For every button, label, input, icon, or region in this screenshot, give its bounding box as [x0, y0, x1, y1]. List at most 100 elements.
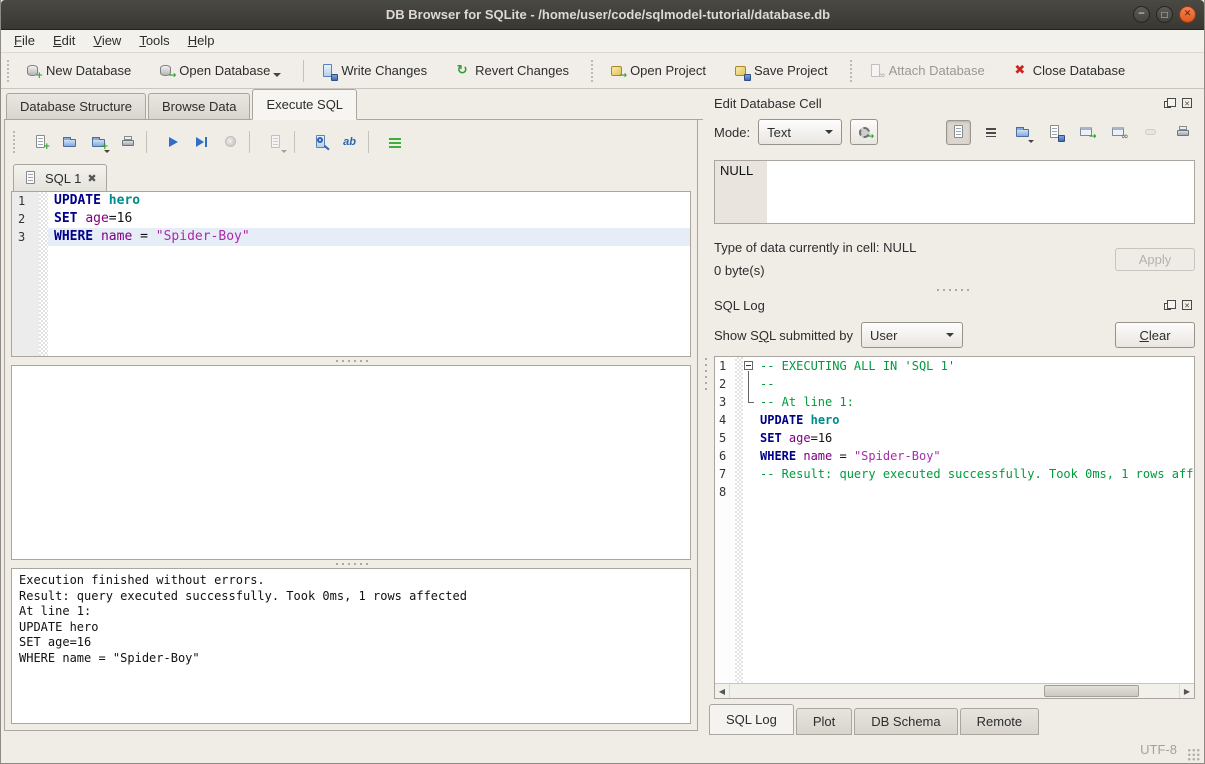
export-data-button[interactable]	[1042, 120, 1067, 145]
splitter-handle[interactable]	[11, 357, 691, 365]
text-mode-button[interactable]	[946, 120, 971, 145]
sql-editor-line: SET age=16	[48, 210, 690, 228]
cell-value-area[interactable]	[767, 161, 1194, 223]
revert-changes-button[interactable]: ↻Revert Changes	[447, 59, 576, 83]
bottom-tab-db-schema[interactable]: DB Schema	[854, 708, 957, 735]
tab-database-structure[interactable]: Database Structure	[6, 93, 146, 119]
print-button[interactable]	[115, 130, 140, 155]
vertical-splitter[interactable]	[703, 89, 709, 735]
bottom-tab-sql-log[interactable]: SQL Log	[709, 704, 794, 735]
auto-apply-button[interactable]: →	[850, 119, 878, 145]
open-sql-file-button[interactable]	[57, 130, 82, 155]
bottom-tab-remote[interactable]: Remote	[960, 708, 1040, 735]
fold-box-icon[interactable]	[743, 357, 756, 375]
new-tab-button[interactable]: +	[28, 130, 53, 155]
sql-log-view[interactable]: 12345678-- EXECUTING ALL IN 'SQL 1'---- …	[714, 356, 1195, 699]
sql-log-dock-header: SQL Log ✕	[709, 294, 1195, 316]
tab-browse-data[interactable]: Browse Data	[148, 93, 250, 119]
toolbar-sep	[294, 131, 295, 153]
fold-cell	[743, 411, 756, 429]
execution-status-line: UPDATE hero	[19, 620, 683, 636]
line-number: 6	[715, 447, 735, 465]
maximize-button[interactable]: □	[1156, 6, 1173, 23]
toolbar-label: Close Database	[1033, 63, 1126, 78]
cell-mode-row: Mode: Text → →∞	[709, 114, 1195, 150]
toolbar-handle	[850, 60, 855, 82]
db-browser-window: DB Browser for SQLite - /home/user/code/…	[0, 0, 1205, 764]
results-grid[interactable]	[11, 365, 691, 560]
scrollbar-thumb[interactable]	[1044, 685, 1139, 697]
mode-select[interactable]: Text	[758, 119, 842, 145]
close-panel-icon[interactable]: ✕	[1180, 96, 1195, 111]
submitted-by-select[interactable]: User	[861, 322, 963, 348]
attach-database-icon: ∞	[868, 63, 884, 79]
cell-value-editor[interactable]: NULL	[714, 160, 1195, 224]
scrollbar-track[interactable]	[730, 684, 1179, 698]
splitter-handle[interactable]	[11, 560, 691, 568]
line-number: 7	[715, 465, 735, 483]
editor-code-area[interactable]: UPDATE heroSET age=16WHERE name = "Spide…	[48, 192, 690, 356]
print-cell-button[interactable]	[1170, 120, 1195, 145]
import-data-button[interactable]	[1010, 120, 1035, 145]
attach-database-button: ∞Attach Database	[861, 59, 992, 83]
write-changes-button[interactable]: Write Changes	[313, 59, 434, 83]
menu-file[interactable]: File	[5, 30, 44, 52]
open-project-button[interactable]: →Open Project	[602, 59, 713, 83]
open-database-button[interactable]: →Open Database	[151, 59, 288, 83]
sql-log-line: UPDATE hero	[756, 411, 1194, 429]
copy-cell-link-button[interactable]: ∞	[1106, 120, 1131, 145]
sql-log-line: -- At line 1:	[756, 393, 1194, 411]
find-button[interactable]	[308, 130, 333, 155]
splitter-handle[interactable]	[709, 286, 1195, 294]
log-code-area[interactable]: -- EXECUTING ALL IN 'SQL 1'---- At line …	[756, 357, 1194, 683]
export-data-icon	[1047, 124, 1063, 140]
word-wrap-button[interactable]	[978, 120, 1003, 145]
float-panel-icon[interactable]	[1162, 96, 1177, 111]
open-sql-file-additional-icon: +	[91, 134, 107, 150]
clear-button[interactable]: Clear	[1115, 322, 1195, 348]
find-replace-button[interactable]: ab	[337, 130, 362, 155]
open-external-button[interactable]: →	[1074, 120, 1099, 145]
execute-all-button[interactable]	[160, 130, 185, 155]
execute-current-line-button[interactable]	[189, 130, 214, 155]
menu-view[interactable]: View	[84, 30, 130, 52]
cell-size-info: 0 byte(s)	[714, 263, 916, 278]
close-database-button[interactable]: ✖Close Database	[1005, 59, 1133, 83]
close-button[interactable]: ✕	[1179, 6, 1196, 23]
log-fold-markers[interactable]	[743, 357, 756, 683]
float-panel-icon[interactable]	[1162, 298, 1177, 313]
dock-title: Edit Database Cell	[714, 96, 822, 111]
sql-editor[interactable]: 123UPDATE heroSET age=16WHERE name = "Sp…	[11, 191, 691, 357]
format-code-button[interactable]	[382, 130, 407, 155]
set-null-icon	[1143, 124, 1159, 140]
sql-tab[interactable]: SQL 1 ✖	[13, 164, 107, 191]
open-sql-file-additional-button[interactable]: +	[86, 130, 111, 155]
close-tab-icon[interactable]: ✖	[87, 173, 96, 184]
scroll-right-icon[interactable]: ▶	[1179, 684, 1194, 698]
close-panel-icon[interactable]: ✕	[1180, 298, 1195, 313]
menu-tools[interactable]: Tools	[130, 30, 178, 52]
menubar: FileEditViewToolsHelp	[1, 30, 1204, 53]
open-sql-file-icon	[62, 134, 78, 150]
toolbar-label: Save Project	[754, 63, 828, 78]
new-database-button[interactable]: +New Database	[18, 59, 138, 83]
main-toolbar: +New Database →Open Database Write Changes…	[1, 53, 1204, 89]
execution-status-line: Result: query executed successfully. Too…	[19, 589, 683, 605]
statusbar: UTF-8	[1, 735, 1204, 763]
scroll-left-icon[interactable]: ◀	[715, 684, 730, 698]
menu-edit[interactable]: Edit	[44, 30, 84, 52]
titlebar[interactable]: DB Browser for SQLite - /home/user/code/…	[1, 0, 1204, 30]
write-changes-icon	[320, 63, 336, 79]
sql-log-line	[756, 483, 1194, 501]
save-project-button[interactable]: Save Project	[726, 59, 835, 83]
chevron-down-icon	[825, 130, 833, 134]
toolbar-label: Open Database	[179, 63, 270, 78]
bottom-tab-plot[interactable]: Plot	[796, 708, 852, 735]
resize-grip[interactable]	[1187, 748, 1200, 761]
minimize-button[interactable]: −	[1133, 6, 1150, 23]
horizontal-scrollbar[interactable]: ◀ ▶	[715, 683, 1194, 698]
execute-sql-page: ++✕ab SQL 1 ✖ 123UPDATE heroSET age=16WH…	[4, 120, 698, 731]
menu-help[interactable]: Help	[179, 30, 224, 52]
execution-status[interactable]: Execution finished without errors.Result…	[11, 568, 691, 724]
tab-execute-sql[interactable]: Execute SQL	[252, 89, 357, 120]
